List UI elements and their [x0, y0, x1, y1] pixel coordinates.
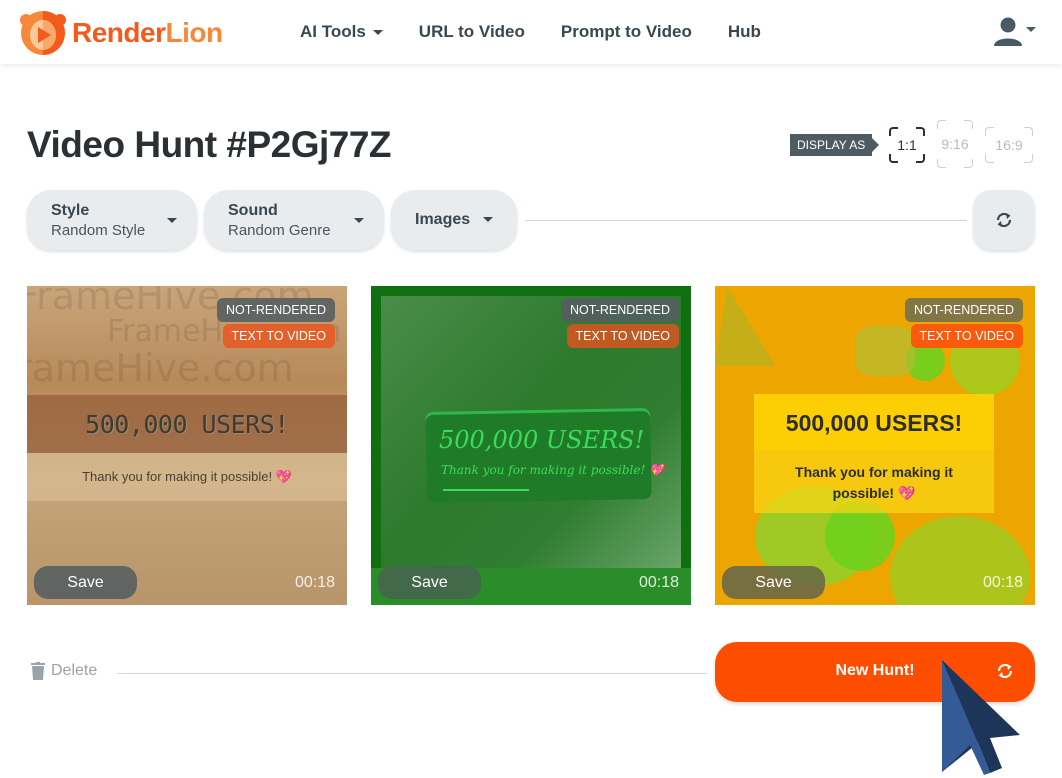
- user-icon: [994, 17, 1022, 46]
- display-as-label: DISPLAY AS: [790, 134, 880, 156]
- status-badge: NOT-RENDERED: [560, 298, 679, 322]
- status-badge: NOT-RENDERED: [216, 298, 335, 322]
- caret-down-icon: [372, 29, 383, 35]
- video-headline: 500,000 USERS!: [785, 410, 963, 436]
- caret-down-icon: [483, 217, 493, 222]
- refresh-icon: [996, 212, 1012, 228]
- logo-text: RenderLion: [72, 17, 223, 48]
- style-dropdown[interactable]: Style Random Style: [27, 190, 197, 250]
- nav-ai-tools[interactable]: AI Tools: [300, 22, 383, 42]
- save-button[interactable]: Save: [34, 566, 137, 599]
- sound-dropdown[interactable]: Sound Random Genre: [204, 190, 384, 250]
- nav-hub[interactable]: Hub: [728, 22, 761, 42]
- type-badge: TEXT TO VIDEO: [222, 324, 335, 348]
- status-badge: NOT-RENDERED: [904, 298, 1023, 322]
- nav-url-to-video[interactable]: URL to Video: [419, 22, 525, 42]
- type-badge: TEXT TO VIDEO: [566, 324, 679, 348]
- delete-button[interactable]: Delete: [31, 662, 97, 680]
- page-title: Video Hunt #P2Gj77Z: [27, 124, 392, 165]
- top-navbar: RenderLion AI Tools URL to Video Prompt …: [0, 0, 1062, 64]
- ratio-16-9-button[interactable]: 16:9: [985, 127, 1033, 163]
- caret-down-icon: [354, 218, 364, 223]
- refresh-filters-button[interactable]: [973, 190, 1035, 250]
- nav-prompt-to-video[interactable]: Prompt to Video: [561, 22, 692, 42]
- lion-play-logo-icon: [18, 8, 68, 58]
- type-badge: TEXT TO VIDEO: [910, 324, 1023, 348]
- filter-divider: [525, 220, 967, 221]
- video-headline: 500,000 USERS!: [85, 410, 289, 439]
- duration-label: 00:18: [294, 574, 335, 591]
- video-headline: 500,000 USERS!: [439, 426, 645, 454]
- bottom-divider: [117, 673, 707, 674]
- video-card[interactable]: 500,000 USERS! Thank you for making it p…: [715, 286, 1035, 605]
- duration-label: 00:18: [982, 574, 1023, 591]
- caret-down-icon: [1026, 27, 1036, 32]
- video-card[interactable]: FrameHive.com FrameHive.com FrameHive.co…: [27, 286, 347, 605]
- ratio-9-16-button[interactable]: 9:16: [937, 120, 973, 168]
- video-subtext: Thank you for making it possible! 💖: [441, 463, 665, 477]
- video-subtext: Thank you for making it possible! 💖: [82, 469, 292, 484]
- video-card[interactable]: 500,000 USERS! Thank you for making it p…: [371, 286, 691, 605]
- mouse-cursor-icon: [942, 660, 1020, 775]
- duration-label: 00:18: [638, 574, 679, 591]
- ratio-1-1-button[interactable]: 1:1: [889, 127, 925, 163]
- save-button[interactable]: Save: [722, 566, 825, 599]
- images-dropdown[interactable]: Images: [391, 190, 517, 250]
- main-nav: AI Tools URL to Video Prompt to Video Hu…: [300, 0, 797, 64]
- caret-down-icon: [167, 218, 177, 223]
- video-subtext: Thank you for making it possible! 💖: [795, 464, 953, 501]
- logo[interactable]: RenderLion: [18, 8, 223, 58]
- save-button[interactable]: Save: [378, 566, 481, 599]
- user-menu[interactable]: [992, 16, 1036, 46]
- trash-icon: [31, 662, 45, 680]
